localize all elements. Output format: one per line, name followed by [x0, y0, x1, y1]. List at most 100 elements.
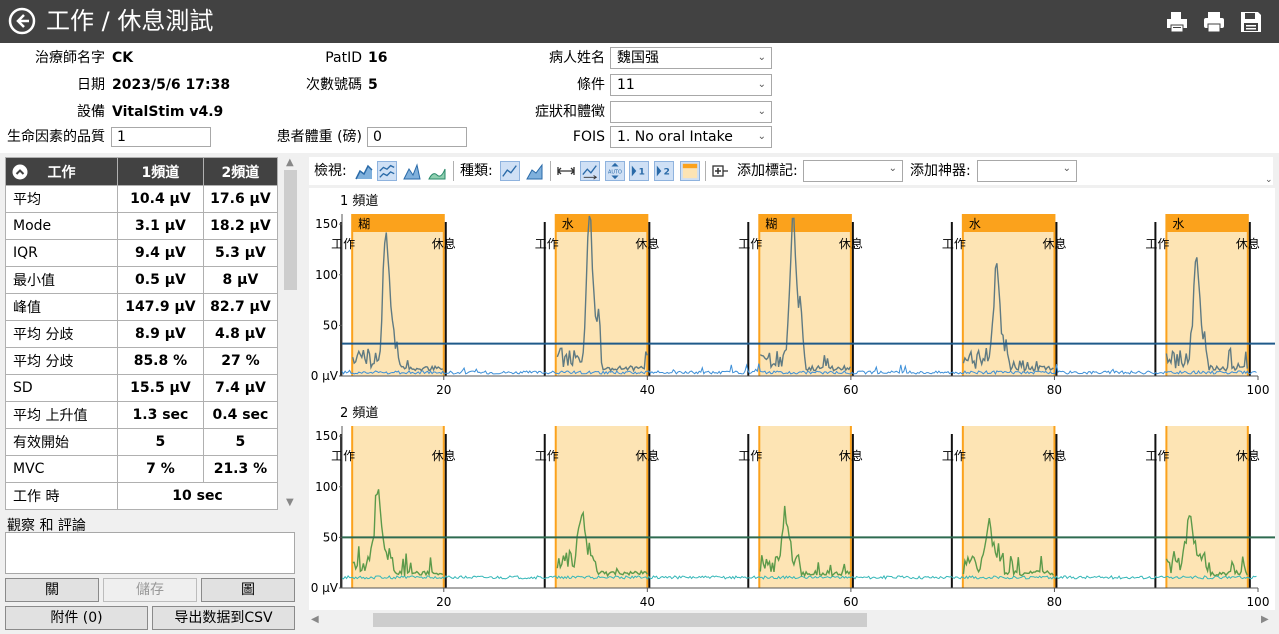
toolbar-chevron-down-icon[interactable]: ⌄	[1265, 175, 1273, 185]
device-value: VitalStim v4.9	[112, 104, 224, 120]
x-tick-label: 40	[640, 383, 655, 397]
svg-text:1: 1	[639, 168, 645, 178]
fit-width-icon[interactable]	[556, 161, 576, 181]
period-label: 糊	[358, 216, 370, 231]
type-line-icon[interactable]	[500, 161, 520, 181]
scrollbar-thumb[interactable]	[373, 613, 867, 627]
type-label: 種類:	[460, 163, 493, 179]
x-tick-label: 100	[1247, 383, 1270, 397]
view-area-icon[interactable]	[354, 161, 374, 181]
chevron-down-icon: ⌄	[757, 79, 766, 90]
title-bar: 工作 / 休息測試	[0, 0, 1279, 43]
close-button[interactable]: 關	[5, 578, 99, 602]
rest-marker-label: 休息	[635, 236, 659, 251]
patient-info-panel: 治療師名字 CK 日期 2023/5/6 17:38 設備 VitalStim …	[0, 43, 1279, 153]
stats-row-label: 平均 上升值	[5, 401, 118, 429]
stats-row: 平均 10.4 μV 17.6 μV	[5, 185, 279, 213]
stats-header-work[interactable]: 工作	[5, 157, 118, 186]
channel-2-icon[interactable]: 2	[654, 161, 674, 181]
y-tick-label: 150	[315, 217, 338, 231]
stats-channel1-value: 5	[117, 428, 204, 456]
stats-row: 平均 上升值 1.3 sec 0.4 sec	[5, 401, 279, 429]
collapse-icon[interactable]	[12, 164, 28, 180]
print-preview-icon[interactable]	[1165, 10, 1189, 34]
add-marker-select[interactable]: ⌄	[803, 160, 903, 182]
view-label: 檢視:	[314, 163, 347, 179]
stats-channel1-value: 85.8 %	[117, 347, 204, 375]
chart-title: 2 頻道	[340, 406, 378, 421]
y-tick-label: 150	[315, 429, 338, 443]
x-tick-label: 60	[843, 595, 858, 609]
type-area-icon[interactable]	[525, 161, 545, 181]
x-tick-label: 80	[1047, 383, 1062, 397]
stats-channel1-value: 3.1 μV	[117, 212, 204, 240]
comments-textarea[interactable]	[5, 532, 295, 574]
date-value: 2023/5/6 17:38	[112, 77, 231, 93]
device-label: 設備	[77, 104, 105, 120]
scroll-left-icon[interactable]: ◀	[311, 614, 319, 625]
stats-row: IQR 9.4 μV 5.3 μV	[5, 239, 279, 267]
period-label: 水	[1172, 217, 1184, 231]
add-device-select[interactable]: ⌄	[977, 160, 1077, 182]
session-label: 次數號碼	[306, 77, 362, 93]
session-value: 5	[368, 77, 378, 93]
chevron-down-icon: ⌄	[757, 52, 766, 63]
stats-row: 峰值 147.9 μV 82.7 μV	[5, 293, 279, 321]
channel-1-icon[interactable]: 1	[629, 161, 649, 181]
toolbar-divider	[705, 161, 706, 181]
weight-label: 患者體重 (磅)	[276, 129, 362, 145]
view-mountain-icon[interactable]	[402, 161, 422, 181]
toolbar-divider	[453, 161, 454, 181]
print-icon[interactable]	[1202, 10, 1226, 34]
save-button[interactable]: 儲存	[103, 578, 197, 602]
y-tick-label: 50	[323, 318, 338, 332]
stats-channel1-value: 8.9 μV	[117, 320, 204, 348]
work-marker-label: 工作	[942, 237, 966, 251]
stats-channel2-value: 8 μV	[202, 266, 279, 294]
view-stacked-icon[interactable]	[377, 161, 397, 181]
add-marker-label: 添加標記:	[737, 163, 798, 179]
work-time-label: 工作 時	[5, 482, 118, 510]
back-icon[interactable]	[8, 7, 36, 35]
scrollbar-thumb[interactable]	[284, 170, 297, 290]
fois-select[interactable]: 1. No oral Intake ⌄	[610, 126, 772, 148]
chevron-down-icon: ⌄	[757, 131, 766, 142]
patient-name-select[interactable]: 魏国强 ⌄	[610, 47, 772, 69]
export-csv-button[interactable]: 导出数据到CSV	[152, 606, 295, 630]
scroll-right-icon[interactable]: ▶	[1261, 614, 1269, 625]
stats-row-label: 平均 分歧	[5, 320, 118, 348]
weight-input[interactable]: 0	[367, 127, 467, 147]
channel-1-chart: 1 頻道糊工作 休息 水工作 休息 糊工作 休息 水工作 休息 水工作 休息 0 μV 50 100 15…	[309, 188, 1275, 403]
attachments-button[interactable]: 附件 (0)	[5, 606, 148, 630]
stats-scrollbar[interactable]: ▲ ▼	[282, 157, 299, 511]
stats-channel2-value: 4.8 μV	[202, 320, 279, 348]
condition-select[interactable]: 11 ⌄	[610, 74, 772, 96]
stats-channel1-value: 1.3 sec	[117, 401, 204, 429]
stats-channel1-value: 9.4 μV	[117, 239, 204, 267]
chart-button[interactable]: 圖	[201, 578, 295, 602]
work-marker-label: 工作	[331, 449, 355, 463]
add-marker-icon[interactable]	[710, 161, 730, 181]
rest-marker-label: 休息	[1042, 236, 1066, 251]
view-smooth-icon[interactable]	[427, 161, 447, 181]
scroll-up-icon[interactable]: ▲	[286, 157, 294, 168]
stats-row-label: IQR	[5, 239, 118, 267]
stats-channel1-value: 0.5 μV	[117, 266, 204, 294]
stats-row-label: Mode	[5, 212, 118, 240]
rest-marker-label: 休息	[432, 448, 456, 463]
qol-input[interactable]: 1	[111, 127, 211, 147]
auto-scale-icon[interactable]: AUTO	[605, 161, 625, 181]
symptom-select[interactable]: ⌄	[610, 101, 772, 123]
chart-horizontal-scrollbar[interactable]: ◀ ▶	[309, 610, 1275, 630]
save-icon[interactable]	[1239, 10, 1263, 34]
scroll-down-icon[interactable]: ▼	[286, 497, 294, 508]
zoom-x-icon[interactable]	[580, 161, 600, 181]
rest-marker-label: 休息	[1042, 448, 1066, 463]
chevron-down-icon: ⌄	[888, 163, 897, 174]
y-tick-label: 50	[323, 530, 338, 544]
x-tick-label: 60	[843, 383, 858, 397]
stats-row: Mode 3.1 μV 18.2 μV	[5, 212, 279, 240]
work-marker-label: 工作	[738, 237, 762, 251]
work-band-icon[interactable]	[680, 161, 700, 181]
work-marker-label: 工作	[331, 237, 355, 251]
